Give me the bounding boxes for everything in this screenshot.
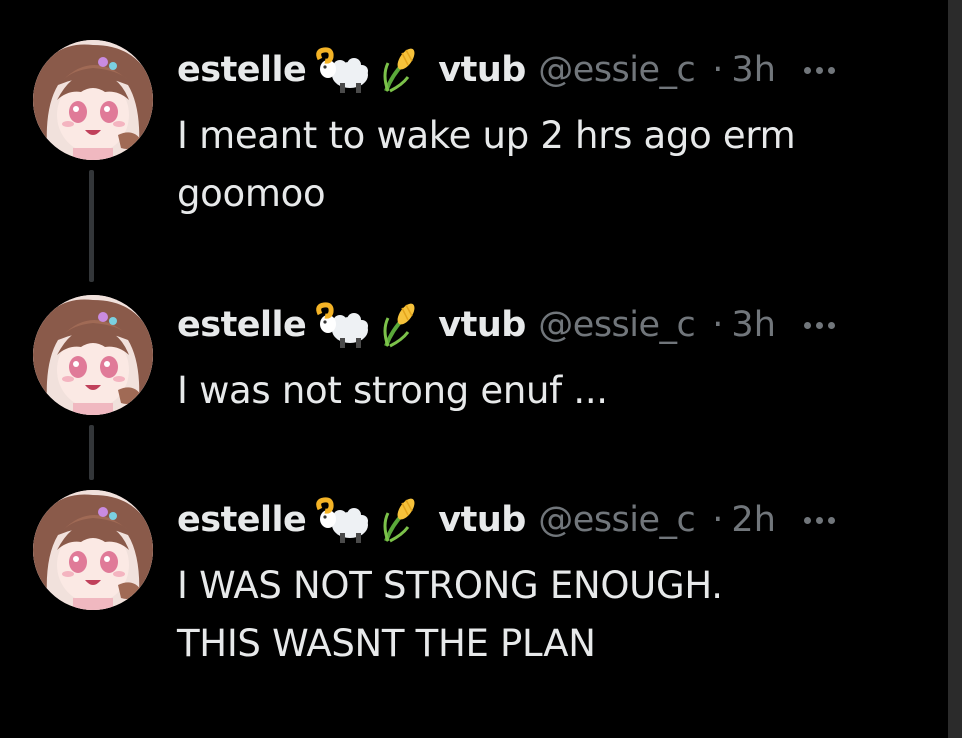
- tweet-2[interactable]: estelle vtub @essie_c · 3h I was not str…: [0, 280, 940, 480]
- display-name[interactable]: estelle: [177, 50, 307, 90]
- ram-icon: [314, 495, 372, 545]
- avatar[interactable]: [33, 295, 153, 415]
- timestamp[interactable]: 3h: [731, 50, 775, 90]
- user-handle[interactable]: @essie_c: [538, 500, 706, 540]
- tweet-text-line: I WAS NOT STRONG ENOUGH.: [177, 564, 723, 607]
- tweet-3[interactable]: estelle vtub @essie_c · 2h I WAS NOT STR…: [0, 480, 940, 738]
- timestamp[interactable]: 2h: [731, 500, 775, 540]
- display-name-continued[interactable]: vtub: [438, 50, 528, 90]
- tweet-text-line: THIS WASNT THE PLAN: [177, 622, 596, 665]
- separator-dot: ·: [712, 305, 724, 345]
- corn-icon: [378, 495, 422, 545]
- thread-line: [89, 170, 94, 282]
- user-handle[interactable]: @essie_c: [538, 50, 706, 90]
- timestamp[interactable]: 3h: [731, 305, 775, 345]
- ram-icon: [314, 45, 372, 95]
- corn-icon: [378, 300, 422, 350]
- tweet-header: estelle vtub @essi: [177, 300, 917, 350]
- display-name[interactable]: estelle: [177, 305, 307, 345]
- tweet-header: estelle vtub @essi: [177, 45, 917, 95]
- tweet-text: I WAS NOT STRONG ENOUGH. THIS WASNT THE …: [177, 557, 897, 673]
- more-options-icon[interactable]: [803, 66, 835, 74]
- separator-dot: ·: [712, 50, 724, 90]
- tweet-header: estelle vtub @essi: [177, 495, 917, 545]
- scrollbar-track[interactable]: [948, 0, 962, 738]
- display-name-continued[interactable]: vtub: [438, 305, 528, 345]
- display-name[interactable]: estelle: [177, 500, 307, 540]
- ram-icon: [314, 300, 372, 350]
- avatar[interactable]: [33, 40, 153, 160]
- user-handle[interactable]: @essie_c: [538, 305, 706, 345]
- tweet-text-line: I was not strong enuf ...: [177, 369, 608, 412]
- tweet-text-line: I meant to wake up 2 hrs ago erm: [177, 114, 796, 157]
- corn-icon: [378, 45, 422, 95]
- tweet-text: I was not strong enuf ...: [177, 362, 897, 420]
- more-options-icon[interactable]: [803, 321, 835, 329]
- avatar[interactable]: [33, 490, 153, 610]
- tweet-text: I meant to wake up 2 hrs ago erm goomoo: [177, 107, 897, 223]
- display-name-continued[interactable]: vtub: [438, 500, 528, 540]
- more-options-icon[interactable]: [803, 516, 835, 524]
- separator-dot: ·: [712, 500, 724, 540]
- tweet-text-line: goomoo: [177, 172, 326, 215]
- tweet-1[interactable]: estelle vtub @essie_c · 3h I meant to wa…: [0, 0, 940, 282]
- thread-line: [89, 425, 94, 480]
